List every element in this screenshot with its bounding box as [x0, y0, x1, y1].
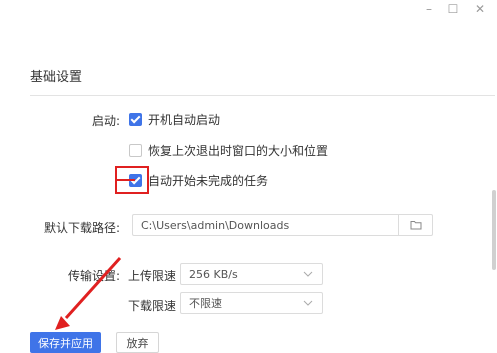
annotation-arrows — [55, 179, 135, 330]
arrow-to-save-button — [55, 256, 122, 330]
